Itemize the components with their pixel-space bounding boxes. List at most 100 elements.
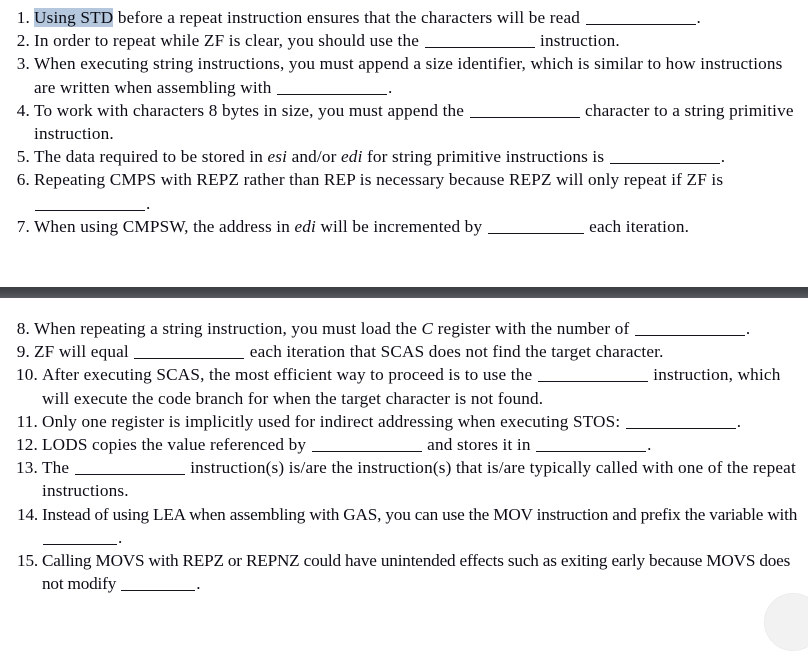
question-item: 6. Repeating CMPS with REPZ rather than R… <box>0 168 808 214</box>
fill-in-blank[interactable] <box>634 318 745 336</box>
question-text: before a repeat instruction ensures that… <box>113 8 585 27</box>
register-name: esi <box>267 147 288 167</box>
question-text: LODS copies the value referenced by <box>42 435 311 455</box>
question-body: Repeating CMPS with REPZ rather than REP… <box>34 170 723 212</box>
question-text: . <box>118 527 123 547</box>
question-text: . <box>387 77 393 97</box>
question-body: The instruction(s) is/are the instructio… <box>42 458 796 500</box>
question-text: . <box>696 8 701 27</box>
fill-in-blank[interactable] <box>469 100 580 118</box>
question-text: . <box>146 193 151 213</box>
register-name: edi <box>294 216 316 236</box>
question-item: 5. The data required to be stored in esi … <box>0 145 808 168</box>
question-number: 9. <box>16 342 30 362</box>
register-name: C <box>421 319 434 338</box>
question-text: instruction. <box>535 31 620 51</box>
question-item: 4. To work with characters 8 bytes in siz… <box>0 99 808 145</box>
scroll-indicator-circle[interactable] <box>764 593 808 651</box>
question-text: Repeating CMPS with REPZ rather than REP… <box>34 170 724 190</box>
question-body: When using CMPSW, the address in edi wil… <box>34 217 689 236</box>
question-item: 2. In order to repeat while ZF is clear, … <box>0 29 808 52</box>
question-text: When executing string instructions, you … <box>34 54 783 97</box>
question-item: 9. ZF will equal each iteration that SCAS… <box>0 340 808 363</box>
question-list-top: 1. Using STD before a repeat instruction … <box>0 6 808 238</box>
question-text: When repeating a string instruction, you… <box>34 319 422 338</box>
question-body: After executing SCAS, the most efficient… <box>42 365 780 407</box>
question-body: When executing string instructions, you … <box>34 54 783 96</box>
question-text: . <box>196 574 201 594</box>
question-number: 3. <box>16 54 30 74</box>
question-body: LODS copies the value referenced by and … <box>42 435 652 454</box>
question-text: The data required to be stored in <box>34 147 268 167</box>
question-body: When repeating a string instruction, you… <box>34 319 750 338</box>
question-text: register with the number of <box>433 319 634 338</box>
fill-in-blank[interactable] <box>585 7 696 25</box>
question-text: When using CMPSW, the address in <box>34 216 295 236</box>
section-divider <box>0 287 808 298</box>
worksheet-section-bottom: 8. When repeating a string instruction, y… <box>0 303 808 595</box>
fill-in-blank[interactable] <box>487 216 584 234</box>
fill-in-blank[interactable] <box>43 527 117 545</box>
question-number: 1. <box>16 8 30 27</box>
question-number: 6. <box>16 170 30 190</box>
worksheet-section-top: 1. Using STD before a repeat instruction … <box>0 0 808 238</box>
question-number: 13. <box>15 458 38 478</box>
question-text: each iteration that SCAS does not find t… <box>245 342 664 362</box>
register-name: edi <box>341 147 363 167</box>
question-body: Calling MOVS with REPZ or REPNZ could ha… <box>42 551 790 593</box>
question-body: In order to repeat while ZF is clear, yo… <box>34 31 620 50</box>
question-item: 14. Instead of using LEA when assembling … <box>0 503 808 549</box>
question-text: ZF will equal <box>34 342 134 362</box>
question-text: . <box>647 435 652 455</box>
question-number: 10. <box>15 365 38 385</box>
question-text: To work with characters 8 bytes in size,… <box>34 100 469 120</box>
question-item: 15. Calling MOVS with REPZ or REPNZ could… <box>0 549 808 595</box>
fill-in-blank[interactable] <box>74 457 185 476</box>
question-number: 14. <box>17 504 38 524</box>
question-text: and stores it in <box>422 435 536 455</box>
question-item: 13. The instruction(s) is/are the instruc… <box>0 456 808 502</box>
fill-in-blank[interactable] <box>35 193 145 211</box>
question-number: 7. <box>16 216 30 236</box>
question-body: ZF will equal each iteration that SCAS d… <box>34 342 664 361</box>
fill-in-blank[interactable] <box>625 411 736 429</box>
question-number: 4. <box>16 100 30 120</box>
question-text: In order to repeat while ZF is clear, yo… <box>34 31 424 51</box>
question-item: 8. When repeating a string instruction, y… <box>0 317 808 340</box>
fill-in-blank[interactable] <box>609 146 720 165</box>
question-body: Only one register is implicitly used for… <box>42 412 741 431</box>
fill-in-blank[interactable] <box>276 77 387 95</box>
question-text: will be incremented by <box>315 216 487 236</box>
fill-in-blank[interactable] <box>121 573 196 592</box>
question-text: Instead of using LEA when assembling wit… <box>42 504 798 524</box>
question-item: 10. After executing SCAS, the most effici… <box>0 363 808 409</box>
question-text: The <box>42 458 74 478</box>
question-body: To work with characters 8 bytes in size,… <box>34 101 794 143</box>
question-item: 7. When using CMPSW, the address in edi w… <box>0 215 808 238</box>
fill-in-blank[interactable] <box>424 30 535 49</box>
question-number: 2. <box>16 31 30 51</box>
question-text: Only one register is implicitly used for… <box>42 411 625 431</box>
fill-in-blank[interactable] <box>536 434 647 453</box>
question-body: The data required to be stored in esi an… <box>34 147 725 166</box>
fill-in-blank[interactable] <box>134 341 245 360</box>
document-page: 1. Using STD before a repeat instruction … <box>0 0 808 665</box>
question-number: 12. <box>15 435 38 455</box>
question-item: 12. LODS copies the value referenced by a… <box>0 433 808 456</box>
question-item: 3. When executing string instructions, yo… <box>0 52 808 98</box>
question-text: . <box>720 147 726 167</box>
question-number: 11. <box>16 411 38 431</box>
fill-in-blank[interactable] <box>537 365 648 383</box>
question-text: After executing SCAS, the most efficient… <box>42 365 537 385</box>
question-text: and/or <box>287 147 341 167</box>
question-body: Using STD before a repeat instruction en… <box>34 8 701 27</box>
question-text: for string primitive instructions is <box>362 147 609 167</box>
question-number: 8. <box>16 319 30 338</box>
question-list-bottom: 8. When repeating a string instruction, y… <box>0 317 808 595</box>
question-body: Instead of using LEA when assembling wit… <box>42 505 797 547</box>
question-text: . <box>736 411 742 431</box>
question-text: each iteration. <box>584 216 690 236</box>
fill-in-blank[interactable] <box>311 434 422 453</box>
question-number: 15. <box>17 551 38 571</box>
question-item: 11. Only one register is implicitly used … <box>0 410 808 433</box>
